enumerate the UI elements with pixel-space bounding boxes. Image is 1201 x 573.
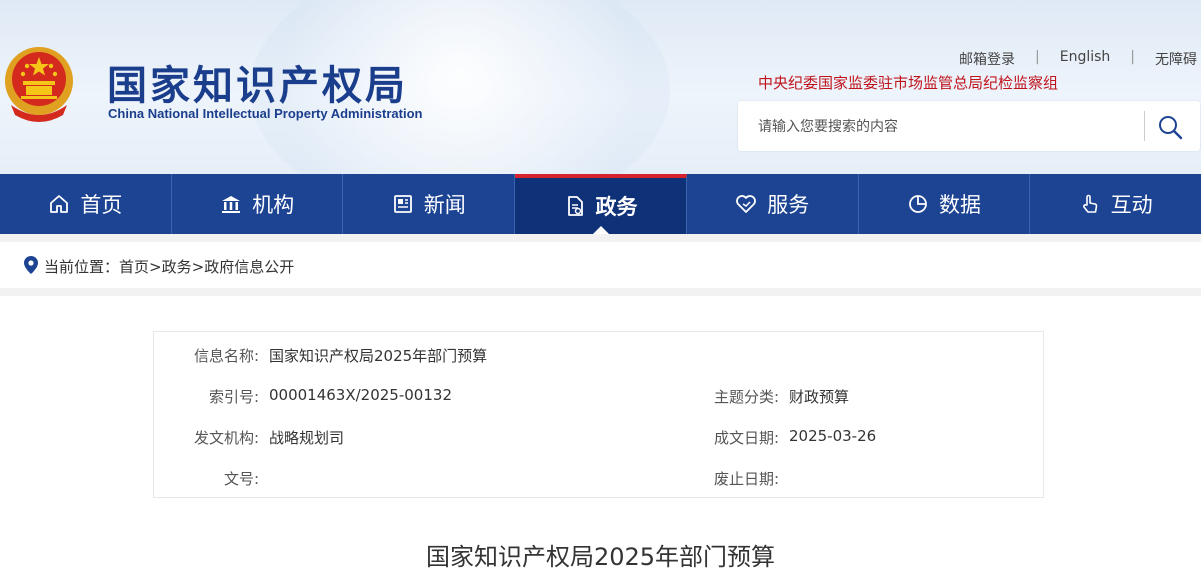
article-title: 国家知识产权局2025年部门预算: [425, 543, 776, 571]
nav-item-government-affairs[interactable]: 政务: [515, 174, 687, 234]
index-number-value: 00001463X/2025-00132: [269, 386, 452, 404]
nav-item-news[interactable]: 新闻: [343, 174, 516, 234]
breadcrumb-government-affairs[interactable]: 政务: [162, 258, 192, 276]
building-icon: [222, 196, 241, 213]
nav-label: 互动: [1110, 193, 1153, 217]
hand-pointer-icon: [1082, 194, 1097, 213]
nav-item-home[interactable]: 首页: [0, 174, 172, 234]
search-icon[interactable]: [1156, 113, 1184, 141]
nav-item-data[interactable]: 数据: [859, 174, 1031, 234]
document-metadata-table: 信息名称: 国家知识产权局2025年部门预算 索引号: 00001463X/20…: [153, 331, 1044, 498]
english-link[interactable]: English: [1040, 49, 1131, 69]
breadcrumb-info-disclosure[interactable]: 政府信息公开: [204, 258, 294, 276]
heart-hand-icon: [736, 195, 757, 213]
issuing-agency-label: 发文机构:: [193, 429, 259, 447]
site-logo-english[interactable]: China National Intellectual Property Adm…: [108, 106, 422, 121]
mailbox-login-link[interactable]: 邮箱登录: [939, 49, 1035, 69]
nav-label: 新闻: [423, 193, 466, 217]
accessibility-link[interactable]: 无障碍: [1135, 49, 1197, 69]
nav-label: 首页: [80, 193, 123, 217]
written-date-label: 成文日期:: [713, 429, 779, 447]
nav-label: 服务: [767, 193, 810, 217]
nav-label: 数据: [938, 193, 981, 217]
document-icon: [567, 196, 583, 216]
breadcrumb-home[interactable]: 首页: [119, 258, 149, 276]
home-icon: [50, 195, 69, 213]
document-number-label: 文号:: [223, 470, 259, 488]
search-input[interactable]: [756, 115, 1140, 139]
nav-label: 机构: [252, 193, 295, 217]
issuing-agency-value: 战略规划司: [269, 429, 345, 447]
discipline-inspection-link[interactable]: 中央纪委国家监委驻市场监管总局纪检监察组: [758, 72, 1058, 93]
topic-category-value: 财政预算: [789, 388, 850, 406]
breadcrumb-separator: >: [149, 258, 162, 276]
expiry-date-label: 废止日期:: [713, 470, 779, 488]
breadcrumb-prefix: 当前位置：: [44, 258, 120, 276]
search-divider: [1144, 111, 1145, 141]
top-links: 邮箱登录 | English | 无障碍: [939, 49, 1197, 69]
info-name-label: 信息名称:: [193, 347, 259, 365]
nav-shadow-bar: [0, 234, 1201, 242]
topic-category-label: 主题分类:: [713, 388, 779, 406]
pie-chart-icon: [909, 195, 927, 213]
breadcrumb-separator: >: [191, 258, 205, 276]
location-pin-icon: [24, 256, 38, 274]
info-name-value: 国家知识产权局2025年部门预算: [269, 347, 488, 365]
newspaper-icon: [393, 195, 412, 213]
national-emblem-icon[interactable]: [3, 45, 75, 123]
breadcrumb-text: 当前位置：首页>政务>政府信息公开: [44, 256, 294, 277]
main-nav: 首页 机构 新闻 政务 服务 数据 互动: [0, 174, 1201, 234]
site-header: 国家知识产权局 China National Intellectual Prop…: [0, 0, 1201, 174]
nav-item-services[interactable]: 服务: [687, 174, 859, 234]
site-logo-chinese[interactable]: 国家知识产权局: [107, 53, 408, 111]
breadcrumb: 当前位置：首页>政务>政府信息公开: [0, 242, 1201, 296]
written-date-value: 2025-03-26: [789, 427, 877, 445]
search-box: [738, 101, 1200, 151]
index-number-label: 索引号:: [208, 388, 259, 406]
nav-item-interaction[interactable]: 互动: [1030, 174, 1201, 234]
nav-item-organization[interactable]: 机构: [172, 174, 344, 234]
nav-label: 政务: [595, 195, 638, 219]
